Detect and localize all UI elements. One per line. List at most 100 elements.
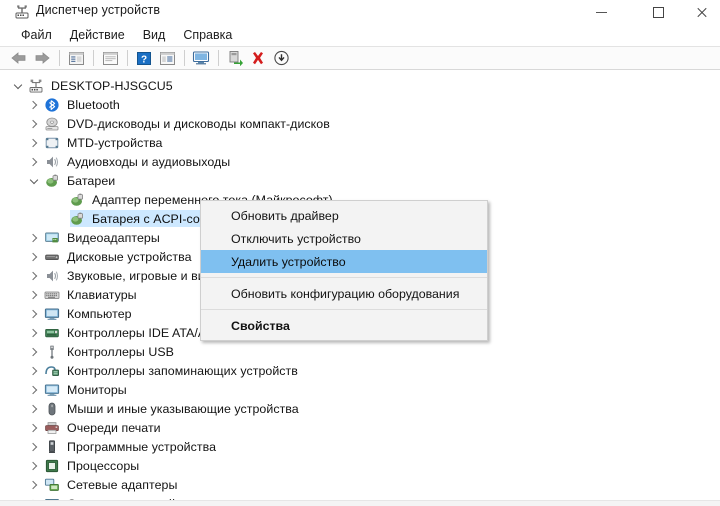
- context-menu-separator: [201, 277, 487, 278]
- storage-controller-icon: [44, 363, 60, 379]
- tree-row-dvd-drives[interactable]: DVD-дисководы и дисководы компакт-дисков: [0, 114, 720, 133]
- properties-icon: [102, 51, 118, 65]
- chevron-right-icon[interactable]: [28, 422, 39, 433]
- view-icon: [159, 51, 175, 65]
- menu-item-view[interactable]: Вид: [134, 26, 175, 44]
- context-menu-item-disable-device[interactable]: Отключить устройство: [201, 227, 487, 250]
- chevron-right-icon[interactable]: [28, 403, 39, 414]
- chevron-right-icon[interactable]: [28, 99, 39, 110]
- tree-row-label: Сетевые адаптеры: [67, 477, 178, 492]
- tree-row-label: Дисковые устройства: [67, 249, 192, 264]
- chevron-placeholder: [53, 194, 64, 205]
- chevron-right-icon[interactable]: [28, 479, 39, 490]
- tree-row-software-devices[interactable]: Программные устройства: [0, 437, 720, 456]
- toolbar-back-button[interactable]: [8, 48, 30, 68]
- chevron-right-icon[interactable]: [28, 441, 39, 452]
- tree-row-usb-controllers[interactable]: Контроллеры USB: [0, 342, 720, 361]
- tree-row-batteries[interactable]: Батареи: [0, 171, 720, 190]
- toolbar-scan-hardware-button[interactable]: [190, 48, 212, 68]
- back-arrow-icon: [11, 52, 26, 64]
- tree-row-label: Аудиовходы и аудиовыходы: [67, 154, 231, 169]
- window-title: Диспетчер устройств: [36, 3, 161, 17]
- chevron-right-icon[interactable]: [28, 289, 39, 300]
- chevron-right-icon[interactable]: [28, 346, 39, 357]
- maximize-button[interactable]: [635, 0, 681, 24]
- monitor-icon: [44, 382, 60, 398]
- chevron-right-icon[interactable]: [28, 365, 39, 376]
- toolbar: ?: [0, 46, 720, 70]
- mouse-icon: [44, 401, 60, 417]
- chevron-down-icon[interactable]: [12, 80, 23, 91]
- tree-row-label: Контроллеры запоминающих устройств: [67, 363, 298, 378]
- chevron-right-icon[interactable]: [28, 384, 39, 395]
- chevron-right-icon[interactable]: [28, 137, 39, 148]
- menu-item-action[interactable]: Действие: [61, 26, 134, 44]
- battery-icon: [44, 173, 60, 189]
- tree-row-mice[interactable]: Мыши и иные указывающие устройства: [0, 399, 720, 418]
- chevron-right-icon[interactable]: [28, 232, 39, 243]
- chevron-down-icon[interactable]: [28, 175, 39, 186]
- printer-icon: [44, 420, 60, 436]
- tree-row-print-queues[interactable]: Очереди печати: [0, 418, 720, 437]
- tree-row-label: Клавиатуры: [67, 287, 137, 302]
- tree-row-label: DVD-дисководы и дисководы компакт-дисков: [67, 116, 330, 131]
- context-menu-item-properties[interactable]: Свойства: [201, 314, 487, 337]
- uninstall-device-icon: [253, 51, 263, 64]
- chevron-right-icon[interactable]: [28, 327, 39, 338]
- bluetooth-icon: [44, 97, 60, 113]
- toolbar-separator: [93, 50, 94, 66]
- chevron-placeholder: [53, 213, 64, 224]
- tree-row-storage-controllers[interactable]: Контроллеры запоминающих устройств: [0, 361, 720, 380]
- usb-icon: [44, 344, 60, 360]
- tree-row-mtd-devices[interactable]: MTD-устройства: [0, 133, 720, 152]
- disk-drive-icon: [44, 249, 60, 265]
- chevron-right-icon[interactable]: [28, 118, 39, 129]
- chevron-right-icon[interactable]: [28, 460, 39, 471]
- svg-text:?: ?: [141, 54, 147, 65]
- toolbar-help-button[interactable]: ?: [133, 48, 155, 68]
- tree-row-label: Очереди печати: [67, 420, 161, 435]
- menu-item-help[interactable]: Справка: [174, 26, 241, 44]
- device-manager-window: Диспетчер устройств Файл Действие Вид Сп…: [0, 0, 720, 506]
- context-menu-item-update-driver[interactable]: Обновить драйвер: [201, 204, 487, 227]
- tree-row-network-adapters[interactable]: Сетевые адаптеры: [0, 475, 720, 494]
- device-manager-icon: [14, 4, 30, 20]
- minimize-button[interactable]: [578, 0, 624, 24]
- chevron-right-icon[interactable]: [28, 270, 39, 281]
- menu-item-file[interactable]: Файл: [12, 26, 61, 44]
- toolbar-console-tree-button[interactable]: [65, 48, 87, 68]
- status-bar: [0, 500, 720, 506]
- tree-row-bluetooth[interactable]: Bluetooth: [0, 95, 720, 114]
- tree-row-monitors[interactable]: Мониторы: [0, 380, 720, 399]
- tree-row-computer-root[interactable]: DESKTOP-HJSGCU5: [0, 76, 720, 95]
- audio-icon: [44, 154, 60, 170]
- context-menu-item-scan-hardware-changes[interactable]: Обновить конфигурацию оборудования: [201, 282, 487, 305]
- toolbar-enable-device-button[interactable]: [224, 48, 246, 68]
- scan-hardware-changes-icon: [192, 51, 210, 65]
- tree-row-processors[interactable]: Процессоры: [0, 456, 720, 475]
- toolbar-properties-button[interactable]: [99, 48, 121, 68]
- forward-arrow-icon: [35, 52, 50, 64]
- toolbar-separator: [184, 50, 185, 66]
- dvd-drive-icon: [44, 116, 60, 132]
- context-menu[interactable]: Обновить драйвер Отключить устройство Уд…: [200, 200, 488, 341]
- tree-row-audio-io[interactable]: Аудиовходы и аудиовыходы: [0, 152, 720, 171]
- toolbar-uninstall-device-button[interactable]: [247, 48, 269, 68]
- close-button[interactable]: [678, 0, 720, 24]
- keyboard-icon: [44, 287, 60, 303]
- toolbar-forward-button[interactable]: [31, 48, 53, 68]
- toolbar-separator: [59, 50, 60, 66]
- maximize-icon: [652, 6, 664, 18]
- chevron-right-icon[interactable]: [28, 156, 39, 167]
- chevron-right-icon[interactable]: [28, 308, 39, 319]
- tree-row-label: Bluetooth: [67, 97, 120, 112]
- tree-row-label: MTD-устройства: [67, 135, 163, 150]
- help-icon: ?: [137, 51, 151, 65]
- show-hide-console-tree-icon: [68, 51, 84, 65]
- chevron-right-icon[interactable]: [28, 251, 39, 262]
- toolbar-view-button[interactable]: [156, 48, 178, 68]
- battery-icon: [69, 192, 85, 208]
- processor-icon: [44, 458, 60, 474]
- context-menu-item-uninstall-device[interactable]: Удалить устройство: [201, 250, 487, 273]
- toolbar-update-driver-button[interactable]: [270, 48, 292, 68]
